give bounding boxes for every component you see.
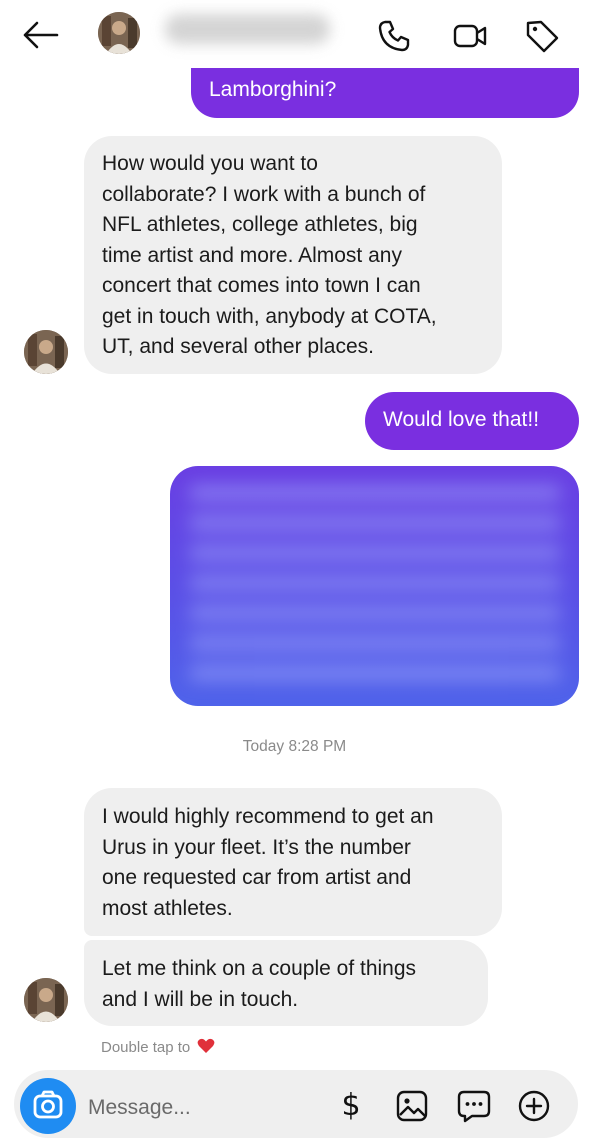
camera-icon — [33, 1090, 63, 1119]
arrow-left-icon[interactable] — [22, 20, 60, 50]
contact-name[interactable] — [165, 14, 330, 44]
message-text: Lamborghini? — [209, 78, 337, 101]
tag-icon[interactable] — [524, 18, 560, 54]
hint-text: Double tap to — [101, 1039, 191, 1056]
message-text: How would you want to collaborate? I wor… — [102, 152, 437, 358]
sticker-chat-icon[interactable] — [456, 1088, 492, 1124]
heart-icon — [198, 1038, 215, 1053]
image-icon[interactable] — [394, 1088, 430, 1124]
outgoing-message[interactable]: Lamborghini? — [191, 68, 579, 118]
message-text: I would highly recommend to get an Urus … — [102, 805, 434, 920]
double-tap-hint: Double tap to — [101, 1038, 215, 1058]
incoming-message[interactable]: I would highly recommend to get an Urus … — [84, 788, 502, 936]
incoming-message[interactable]: Let me think on a couple of things and I… — [84, 940, 488, 1026]
plus-circle-icon[interactable] — [516, 1088, 552, 1124]
message-input[interactable] — [88, 1092, 288, 1124]
camera-button[interactable] — [20, 1078, 76, 1134]
contact-avatar[interactable] — [98, 12, 140, 54]
video-icon[interactable] — [452, 18, 488, 54]
redacted-outgoing-message[interactable] — [170, 466, 579, 706]
message-text: Would love that!! — [383, 408, 540, 431]
incoming-message[interactable]: How would you want to collaborate? I wor… — [84, 136, 502, 374]
sender-avatar[interactable] — [24, 978, 68, 1022]
phone-icon[interactable] — [376, 18, 412, 54]
outgoing-message[interactable]: Would love that!! — [365, 392, 579, 450]
redaction-blur — [190, 486, 560, 686]
payment-button[interactable]: $ — [333, 1088, 369, 1124]
chat-header — [0, 0, 589, 72]
message-text: Let me think on a couple of things and I… — [102, 957, 417, 1011]
sender-avatar[interactable] — [24, 330, 68, 374]
timestamp: Today 8:28 PM — [242, 738, 347, 755]
